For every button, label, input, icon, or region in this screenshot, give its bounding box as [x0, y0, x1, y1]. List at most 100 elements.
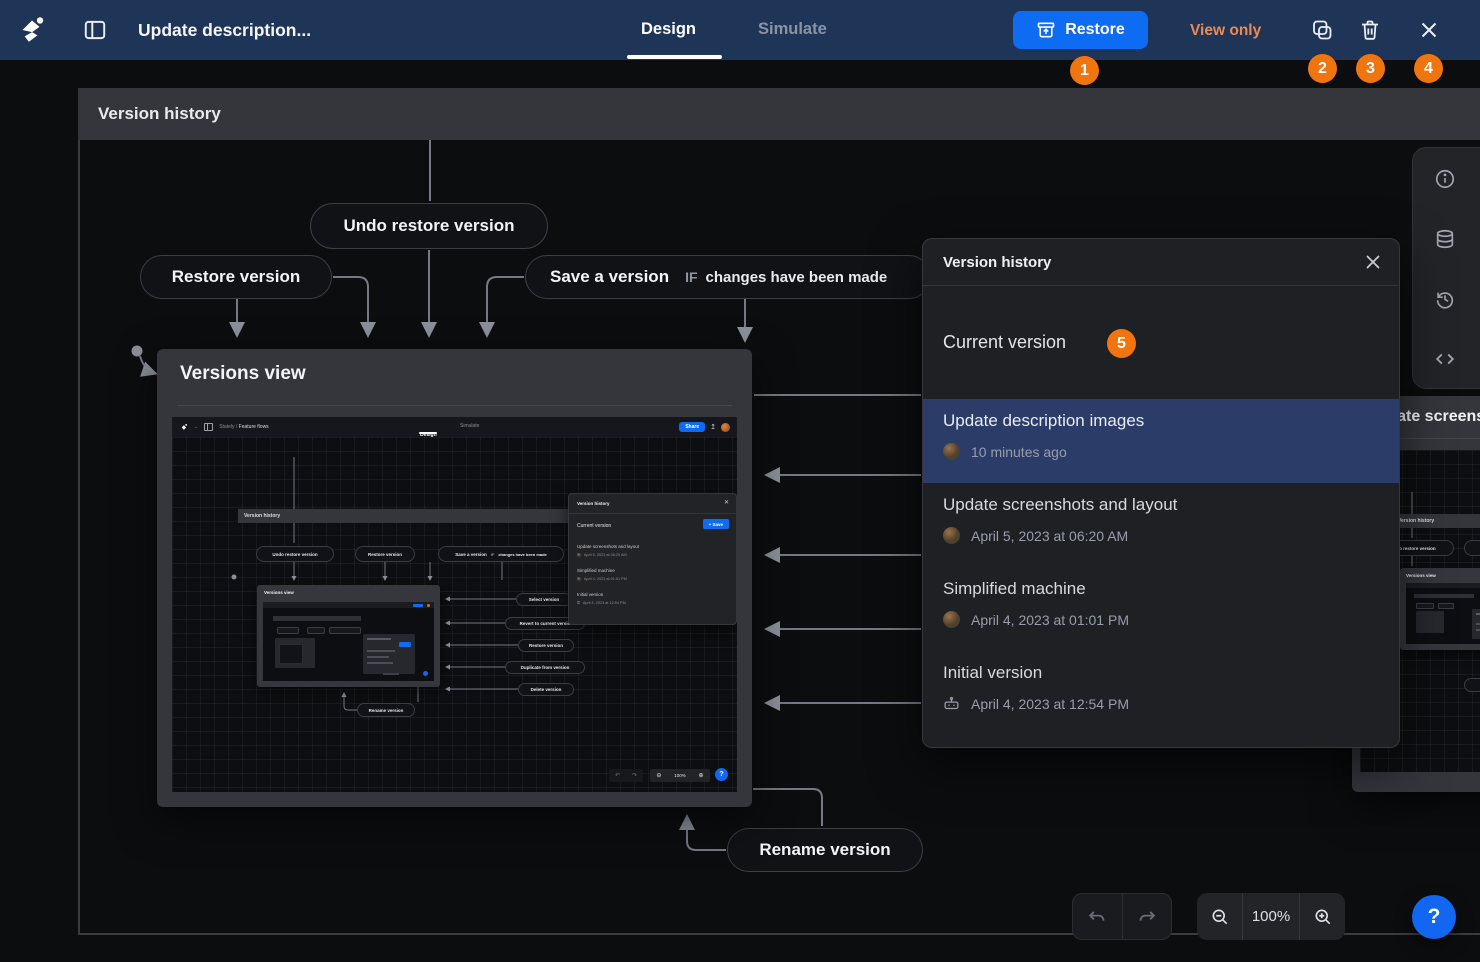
version-meta: April 4, 2023 at 01:01 PM	[971, 612, 1129, 628]
mini-versions-view-panel: Versions view	[257, 585, 440, 687]
zoom-in-icon	[1313, 907, 1333, 927]
version-row[interactable]: Update screenshots and layout April 5, 2…	[923, 483, 1400, 567]
close-icon	[1417, 18, 1441, 42]
version-row[interactable]: Simplified machine April 4, 2023 at 01:0…	[923, 567, 1400, 651]
right-frame-versions-view: Versions view	[1400, 568, 1480, 650]
node-label: Save a version	[550, 267, 669, 287]
info-icon[interactable]	[1434, 168, 1456, 190]
mini-chevron-icon: ⌄	[194, 424, 198, 430]
right-frame-node-restore: Restore version	[1464, 540, 1480, 556]
mini-save-button: + Save	[703, 519, 729, 529]
initial-state-marker	[132, 346, 143, 357]
mini-node-save: Save a version IF changes have been made	[438, 546, 564, 562]
undo-icon	[1086, 906, 1108, 928]
restore-icon	[1036, 20, 1056, 40]
zoom-out-icon	[1210, 907, 1230, 927]
delete-button[interactable]	[1356, 16, 1384, 44]
version-preview-screenshot: ⌄ Stately / Feature flows Design Simulat…	[172, 417, 737, 792]
sidebar-toggle-icon[interactable]	[82, 17, 108, 43]
badge-1: 1	[1070, 56, 1099, 85]
app-canvas[interactable]: Version history Undo res	[0, 0, 1480, 962]
close-button[interactable]	[1415, 16, 1443, 44]
version-history-panel[interactable]: Version history Current version 5 Update…	[922, 238, 1400, 748]
avatar	[943, 611, 960, 628]
mini-undo-redo: ↶↷	[609, 769, 643, 782]
version-title: Simplified machine	[943, 579, 1400, 599]
machine-frame-header[interactable]: Version history	[78, 88, 1480, 140]
right-frame-node-rename: Rename version	[1464, 678, 1480, 692]
version-title: Update description images	[943, 411, 1400, 431]
robot-icon	[943, 695, 960, 712]
mini-close-icon: ✕	[724, 499, 729, 506]
current-version-label[interactable]: Current version	[943, 332, 1066, 353]
mini-avatar	[721, 423, 730, 432]
version-meta: April 5, 2023 at 06:20 AM	[971, 528, 1128, 544]
version-title: Update screenshots and layout	[943, 495, 1400, 515]
undo-button[interactable]	[1073, 894, 1122, 939]
trash-icon	[1358, 18, 1382, 42]
node-rename-version[interactable]: Rename version	[727, 828, 923, 872]
versions-view-title: Versions view	[180, 363, 306, 385]
badge-3: 3	[1356, 54, 1385, 83]
document-title[interactable]: Update description...	[138, 20, 311, 41]
node-restore-version[interactable]: Restore version	[140, 255, 332, 299]
mini-node-restore: Restore version	[355, 546, 415, 562]
zoom-controls[interactable]: 100%	[1197, 893, 1345, 940]
badge-5: 5	[1107, 329, 1136, 358]
tab-design-underline	[627, 55, 722, 59]
mini-tab-design: Design	[420, 423, 437, 441]
zoom-level[interactable]: 100%	[1242, 893, 1299, 940]
machine-frame-left-border	[78, 140, 80, 933]
mini-help-button: ?	[715, 768, 728, 781]
node-undo-restore-version[interactable]: Undo restore version	[310, 203, 548, 249]
node-label: Restore version	[172, 267, 301, 287]
avatar	[943, 443, 960, 460]
help-button[interactable]: ?	[1412, 895, 1456, 939]
mini-topbar: ⌄ Stately / Feature flows Design Simulat…	[172, 417, 737, 437]
version-meta: 10 minutes ago	[971, 444, 1067, 460]
mini-node-undo-restore: Undo restore version	[256, 546, 334, 562]
node-save-a-version[interactable]: Save a version IF changes have been made	[525, 255, 931, 299]
redo-button[interactable]	[1122, 894, 1172, 939]
badge-2: 2	[1308, 54, 1337, 83]
version-meta: April 4, 2023 at 12:54 PM	[971, 696, 1129, 712]
panel-close-icon[interactable]	[1365, 254, 1381, 270]
mini-logo-icon	[179, 423, 188, 432]
mini-tab-simulate: Simulate	[460, 423, 479, 429]
mini-zoom-controls: ⊖100%⊕	[650, 769, 710, 782]
topbar: Update description... Design Simulate Re…	[0, 0, 1480, 60]
database-icon[interactable]	[1434, 228, 1456, 250]
restore-button[interactable]: Restore	[1013, 11, 1148, 49]
mini-share-button: Share	[679, 422, 705, 432]
code-icon[interactable]	[1434, 348, 1456, 370]
if-label: IF	[685, 269, 697, 285]
zoom-in-button[interactable]	[1299, 893, 1345, 940]
version-row[interactable]: Initial version April 4, 2023 at 12:54 P…	[923, 651, 1400, 735]
history-icon[interactable]	[1434, 288, 1456, 310]
mini-node-delete: Delete version	[518, 683, 574, 696]
zoom-out-button[interactable]	[1197, 893, 1242, 940]
view-only-label: View only	[1190, 22, 1261, 40]
node-label: Rename version	[759, 840, 890, 860]
tab-design[interactable]: Design	[641, 20, 696, 39]
version-history-header: Version history	[923, 239, 1400, 286]
mini-panel-toggle-icon	[204, 423, 213, 431]
mini-export-icon: ↥	[710, 423, 716, 431]
mini-node-select-version: Select version	[516, 593, 572, 606]
right-toolbar[interactable]	[1412, 147, 1480, 389]
versions-view-panel[interactable]: Versions view	[157, 349, 752, 807]
mini-node-duplicate: Duplicate from version	[505, 661, 585, 674]
deepest-screenshot	[263, 602, 434, 681]
version-row-selected[interactable]: Update description images 10 minutes ago	[923, 399, 1400, 483]
condition-label: changes have been made	[706, 269, 888, 286]
tab-simulate[interactable]: Simulate	[758, 20, 827, 39]
mini-node-restore2: Restore version	[518, 639, 574, 652]
stately-logo-icon[interactable]	[14, 13, 48, 47]
redo-icon	[1136, 906, 1158, 928]
mini-node-rename: Rename version	[357, 703, 415, 717]
version-history-title: Version history	[943, 254, 1051, 271]
undo-redo-group[interactable]	[1072, 893, 1172, 940]
duplicate-button[interactable]	[1308, 16, 1336, 44]
badge-4: 4	[1414, 54, 1443, 83]
mini-version-history-panel: Version history ✕ Current version + Save…	[568, 493, 737, 625]
